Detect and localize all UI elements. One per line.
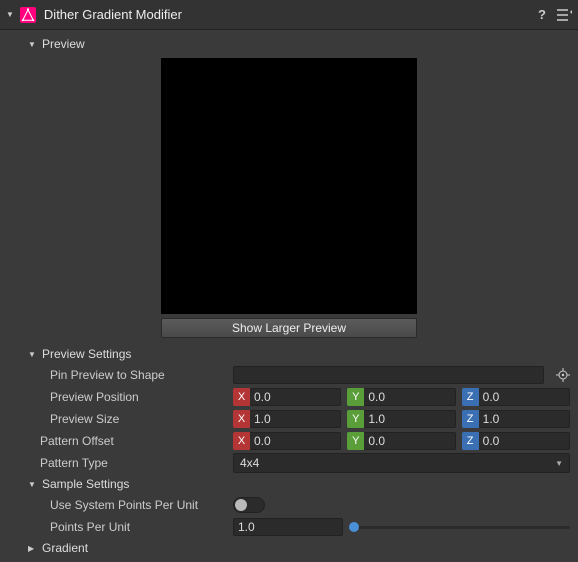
hamburger-menu[interactable] xyxy=(556,9,572,21)
pin-preview-entity-field[interactable] xyxy=(233,366,544,384)
pattern-offset-y[interactable]: Y0.0 xyxy=(347,432,455,450)
section-label: Preview Settings xyxy=(42,347,131,361)
value[interactable]: 0.0 xyxy=(479,432,570,450)
slider-thumb[interactable] xyxy=(349,522,359,532)
property-label: Pattern Type xyxy=(40,456,108,470)
preview-position-y[interactable]: Y0.0 xyxy=(347,388,455,406)
value[interactable]: 1.0 xyxy=(364,410,455,428)
pattern-offset-x[interactable]: X0.0 xyxy=(233,432,341,450)
toggle-knob xyxy=(235,499,247,511)
value[interactable]: 0.0 xyxy=(479,388,570,406)
use-system-ppu-toggle[interactable] xyxy=(233,497,265,513)
row-preview-position: Preview Position X0.0 Y0.0 Z0.0 xyxy=(8,386,570,408)
section-sample-settings[interactable]: Sample Settings xyxy=(8,474,570,494)
value[interactable]: 0.0 xyxy=(250,432,341,450)
axis-y-label: Y xyxy=(347,388,364,406)
section-label: Sample Settings xyxy=(42,477,129,491)
row-pattern-type: Pattern Type 4x4 ▼ xyxy=(8,452,570,474)
axis-x-label: X xyxy=(233,388,250,406)
row-pin-preview: Pin Preview to Shape xyxy=(8,364,570,386)
axis-y-label: Y xyxy=(347,410,364,428)
panel-body: Preview Show Larger Preview Preview Sett… xyxy=(0,30,578,562)
section-label: Preview xyxy=(42,37,85,51)
axis-z-label: Z xyxy=(462,410,479,428)
property-label: Pin Preview to Shape xyxy=(50,368,165,382)
row-preview-size: Preview Size X1.0 Y1.0 Z1.0 xyxy=(8,408,570,430)
preview-size-y[interactable]: Y1.0 xyxy=(347,410,455,428)
row-points-per-unit: Points Per Unit 1.0 xyxy=(8,516,570,538)
pattern-type-dropdown[interactable]: 4x4 ▼ xyxy=(233,453,570,473)
value[interactable]: 0.0 xyxy=(364,432,455,450)
slider-track xyxy=(349,526,570,529)
dropdown-value: 4x4 xyxy=(240,456,555,470)
panel-title: Dither Gradient Modifier xyxy=(44,7,538,22)
axis-x-label: X xyxy=(233,432,250,450)
help-button[interactable]: ? xyxy=(538,7,546,22)
row-use-system-ppu: Use System Points Per Unit xyxy=(8,494,570,516)
axis-z-label: Z xyxy=(462,432,479,450)
preview-position-x[interactable]: X0.0 xyxy=(233,388,341,406)
section-preview[interactable]: Preview xyxy=(8,34,570,54)
value[interactable]: 0.0 xyxy=(250,388,341,406)
preview-size-x[interactable]: X1.0 xyxy=(233,410,341,428)
section-gradient[interactable]: Gradient xyxy=(8,538,570,558)
component-icon xyxy=(20,7,36,23)
property-label: Use System Points Per Unit xyxy=(50,498,198,512)
axis-y-label: Y xyxy=(347,432,364,450)
row-pattern-offset: Pattern Offset X0.0 Y0.0 Z0.0 xyxy=(8,430,570,452)
preview-container: Show Larger Preview xyxy=(8,58,570,338)
value[interactable]: 1.0 xyxy=(479,410,570,428)
property-label: Points Per Unit xyxy=(50,520,130,534)
inspector-panel: Dither Gradient Modifier ? Preview Show … xyxy=(0,0,578,557)
pattern-offset-z[interactable]: Z0.0 xyxy=(462,432,570,450)
axis-z-label: Z xyxy=(462,388,479,406)
preview-image xyxy=(161,58,417,314)
show-larger-preview-button[interactable]: Show Larger Preview xyxy=(161,318,417,338)
collapse-toggle[interactable] xyxy=(6,10,14,19)
property-label: Preview Position xyxy=(50,390,139,404)
preview-size-z[interactable]: Z1.0 xyxy=(462,410,570,428)
panel-header: Dither Gradient Modifier ? xyxy=(0,0,578,30)
value[interactable]: 1.0 xyxy=(250,410,341,428)
entity-picker-icon[interactable] xyxy=(556,368,570,382)
value[interactable]: 0.0 xyxy=(364,388,455,406)
chevron-right-icon xyxy=(28,544,38,553)
property-label: Preview Size xyxy=(50,412,119,426)
preview-position-z[interactable]: Z0.0 xyxy=(462,388,570,406)
section-label: Gradient xyxy=(42,541,88,555)
chevron-down-icon xyxy=(28,480,38,489)
chevron-down-icon: ▼ xyxy=(555,459,563,468)
section-preview-settings[interactable]: Preview Settings xyxy=(8,344,570,364)
chevron-down-icon xyxy=(28,350,38,359)
chevron-down-icon xyxy=(28,40,38,49)
points-per-unit-input[interactable]: 1.0 xyxy=(233,518,343,536)
points-per-unit-slider[interactable] xyxy=(349,518,570,536)
axis-x-label: X xyxy=(233,410,250,428)
property-label: Pattern Offset xyxy=(40,434,114,448)
